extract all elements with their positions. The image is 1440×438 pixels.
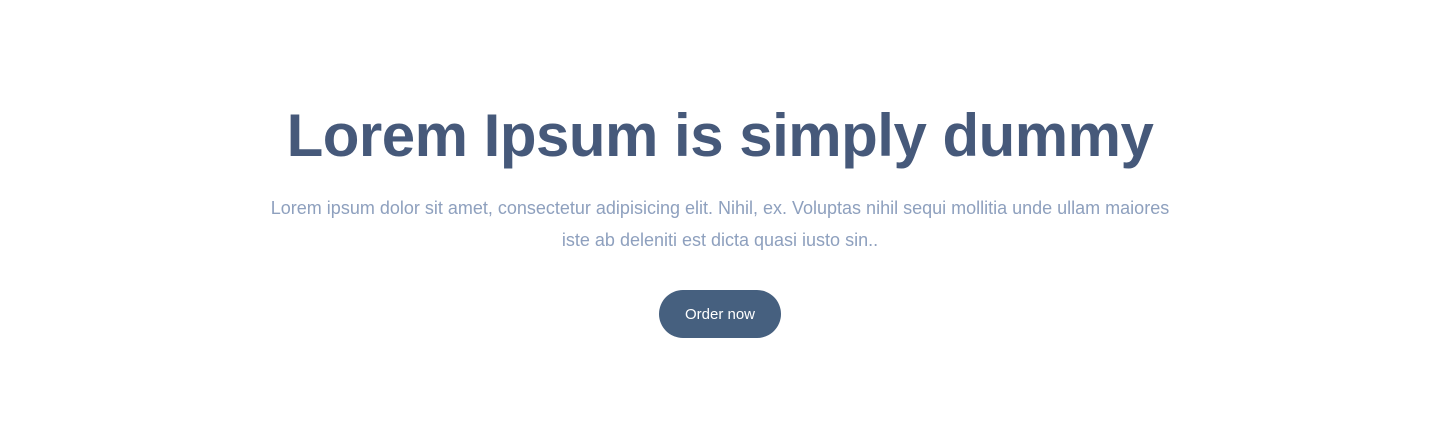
hero-title: Lorem Ipsum is simply dummy bbox=[286, 102, 1154, 169]
hero-section: Lorem Ipsum is simply dummy Lorem ipsum … bbox=[0, 100, 1440, 338]
order-now-button[interactable]: Order now bbox=[659, 290, 781, 338]
hero-description: Lorem ipsum dolor sit amet, consectetur … bbox=[270, 198, 1170, 250]
